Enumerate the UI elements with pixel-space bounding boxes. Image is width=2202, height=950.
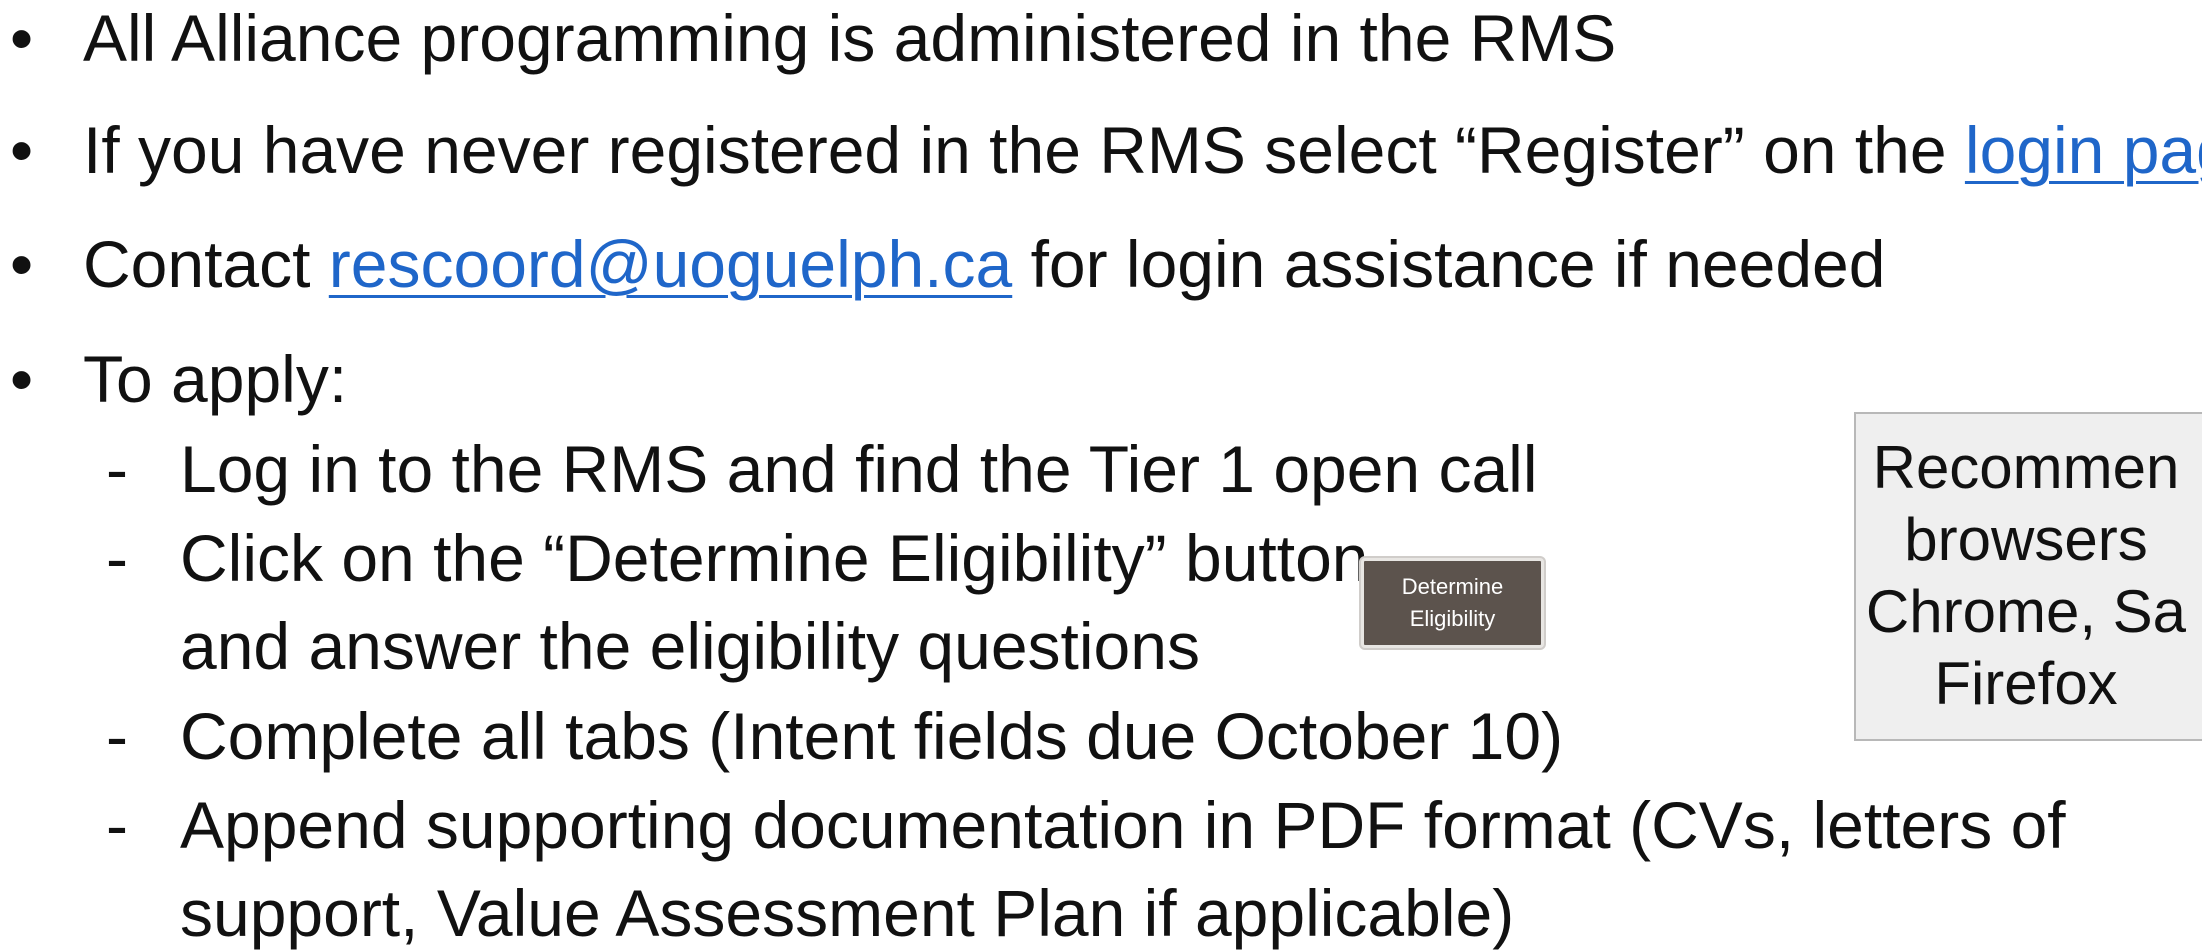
step-eligibility-line1: Click on the “Determine Eligibility” but…	[180, 521, 1369, 595]
determine-eligibility-button[interactable]: Determine Eligibility	[1361, 558, 1544, 648]
email-link[interactable]: rescoord@uoguelph.ca	[329, 227, 1012, 301]
contact-text-before: Contact	[83, 227, 329, 301]
bullet-item-to-apply: To apply:	[83, 342, 348, 416]
step-complete-tabs: Complete all tabs (Intent fields due Oct…	[180, 699, 1564, 773]
determine-eligibility-label: Determine Eligibility	[1401, 574, 1504, 631]
step-eligibility-line2: and answer the eligibility questions	[180, 609, 1200, 683]
bullet-register-text: If you have never registered in the RMS …	[83, 113, 1965, 187]
contact-text-after: for login assistance if needed	[1012, 227, 1886, 301]
bullet-marker: •	[10, 227, 34, 301]
login-page-link[interactable]: login page	[1965, 113, 2202, 187]
bullet-item-contact: Contact rescoord@uoguelph.ca for login a…	[83, 231, 1885, 297]
browser-recommendation-text: Recommen browsers Chrome, Sa Firefox	[1865, 434, 2187, 717]
bullet-marker: •	[10, 1, 34, 75]
bullet-marker: •	[10, 342, 34, 416]
bullet-item-rms-admin: All Alliance programming is administered…	[83, 1, 1617, 75]
dash-marker: -	[106, 788, 128, 862]
dash-marker: -	[106, 699, 128, 773]
step-login: Log in to the RMS and find the Tier 1 op…	[180, 432, 1538, 506]
bullet-item-register: If you have never registered in the RMS …	[83, 117, 2202, 183]
dash-marker: -	[106, 432, 128, 506]
step-append-line1: Append supporting documentation in PDF f…	[180, 788, 2066, 862]
browser-recommendation-box: Recommen browsers Chrome, Sa Firefox	[1854, 412, 2202, 741]
step-append-line2: support, Value Assessment Plan if applic…	[180, 876, 1515, 950]
bullet-marker: •	[10, 113, 34, 187]
dash-marker: -	[106, 521, 128, 595]
